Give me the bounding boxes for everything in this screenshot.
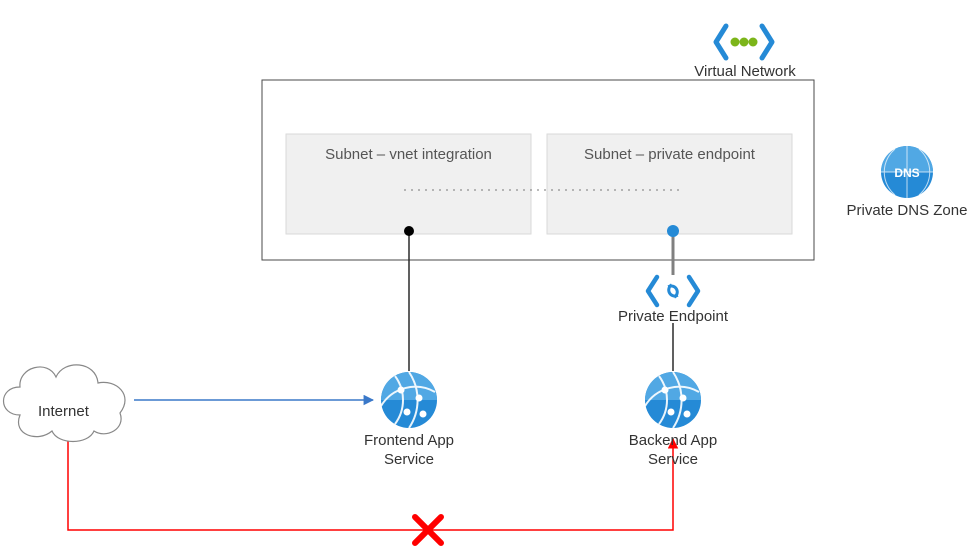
internet-label: Internet — [38, 403, 108, 422]
backend-app-service-icon — [645, 372, 701, 428]
frontend-app-service-icon — [381, 372, 437, 428]
dns-badge-text: DNS — [894, 166, 919, 180]
subnet-pe-label: Subnet – private endpoint — [557, 146, 782, 163]
private-endpoint-icon — [648, 277, 698, 305]
subnet-integ-label: Subnet – vnet integration — [296, 146, 521, 163]
virtual-network-icon — [716, 26, 772, 58]
virtual-network-label: Virtual Network — [680, 63, 810, 82]
private-dns-zone-icon: DNS — [881, 146, 933, 198]
dns-zone-label: Private DNS Zone — [842, 202, 972, 221]
frontend-label: Frontend App Service — [344, 432, 474, 470]
private-endpoint-label: Private Endpoint — [608, 308, 738, 327]
backend-label: Backend App Service — [608, 432, 738, 470]
